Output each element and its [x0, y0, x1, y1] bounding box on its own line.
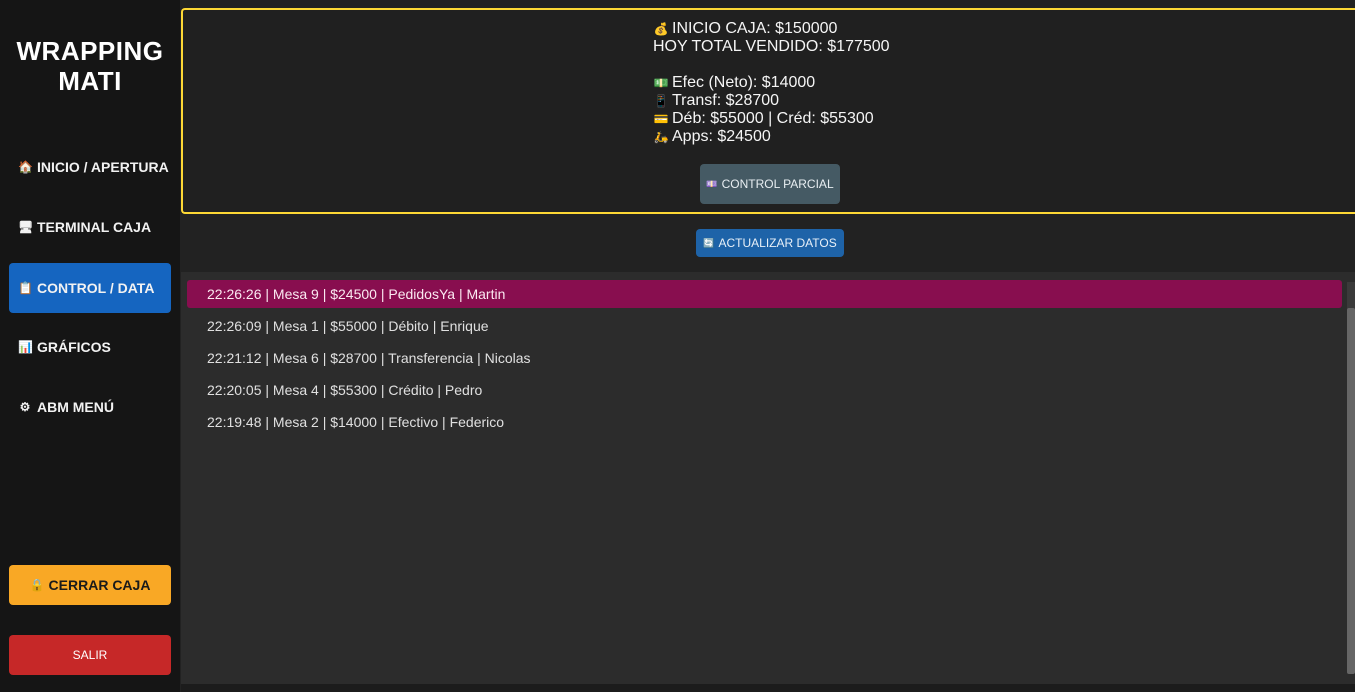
- register-summary-panel: 💰 INICIO CAJA: $150000 HOY TOTAL VENDIDO:…: [181, 8, 1355, 214]
- home-icon: 🏠: [18, 160, 33, 174]
- sidebar-item-graficos[interactable]: 📊 GRÁFICOS: [9, 322, 171, 372]
- cash-icon: 💵: [653, 76, 669, 90]
- brand-line-2: MATI: [58, 66, 122, 96]
- banknote-icon: 💷: [706, 178, 718, 189]
- summary-text: 💰 INICIO CAJA: $150000 HOY TOTAL VENDIDO:…: [653, 20, 890, 146]
- cash-amount: 💵 Efec (Neto): $14000: [653, 74, 816, 91]
- sidebar-item-label: TERMINAL CAJA: [37, 219, 152, 235]
- refresh-data-button[interactable]: 🔄 ACTUALIZAR DATOS: [696, 229, 844, 257]
- money-bag-icon: 💰: [653, 22, 669, 36]
- sidebar-item-abm-menu[interactable]: ⚙ ABM MENÚ: [9, 382, 171, 432]
- close-register-label: CERRAR CAJA: [48, 577, 151, 593]
- brand-logo: WRAPPING MATI: [0, 36, 180, 96]
- chart-icon: 📊: [18, 340, 33, 354]
- gear-icon: ⚙: [19, 400, 31, 414]
- sidebar-item-inicio[interactable]: 🏠 INICIO / APERTURA: [9, 142, 171, 192]
- brand-line-1: WRAPPING: [16, 36, 164, 66]
- sidebar-item-label: INICIO / APERTURA: [37, 159, 169, 175]
- list-item[interactable]: 22:20:05 | Mesa 4 | $55300 | Crédito | P…: [187, 376, 1342, 404]
- list-item[interactable]: 22:21:12 | Mesa 6 | $28700 | Transferenc…: [187, 344, 1342, 372]
- app-window: WRAPPING MATI 🏠 INICIO / APERTURA 🖥 TERM…: [0, 0, 1355, 692]
- refresh-icon: 🔄: [703, 237, 715, 248]
- scrollbar[interactable]: [1347, 282, 1355, 674]
- sidebar: WRAPPING MATI 🏠 INICIO / APERTURA 🖥 TERM…: [0, 0, 180, 692]
- sidebar-item-label: CONTROL / DATA: [37, 280, 155, 296]
- bottom-strip: [181, 684, 1355, 692]
- phone-icon: 📱: [653, 94, 669, 108]
- apps-amount: 🛵 Apps: $24500: [653, 128, 771, 145]
- clipboard-icon: 📋: [18, 281, 33, 295]
- list-item[interactable]: 22:26:26 | Mesa 9 | $24500 | PedidosYa |…: [187, 280, 1342, 308]
- scrollbar-thumb[interactable]: [1347, 308, 1355, 674]
- sidebar-item-label: GRÁFICOS: [37, 339, 111, 355]
- close-register-button[interactable]: 🔒 CERRAR CAJA: [9, 565, 171, 605]
- credit-card-icon: 💳: [653, 112, 669, 126]
- list-item[interactable]: 22:26:09 | Mesa 1 | $55000 | Débito | En…: [187, 312, 1342, 340]
- sidebar-item-control[interactable]: 📋 CONTROL / DATA: [9, 263, 171, 313]
- computer-icon: 🖥: [18, 220, 34, 234]
- transfer-amount: 📱 Transf: $28700: [653, 92, 780, 109]
- scooter-icon: 🛵: [653, 130, 669, 144]
- exit-button[interactable]: SALIR: [9, 635, 171, 675]
- partial-control-label: CONTROL PARCIAL: [721, 177, 834, 191]
- opening-amount: 💰 INICIO CAJA: $150000: [653, 20, 838, 37]
- list-item[interactable]: 22:19:48 | Mesa 2 | $14000 | Efectivo | …: [187, 408, 1342, 436]
- lock-icon: 🔒: [29, 578, 45, 592]
- partial-control-button[interactable]: 💷 CONTROL PARCIAL: [700, 164, 840, 204]
- refresh-data-label: ACTUALIZAR DATOS: [718, 236, 837, 250]
- total-sold: HOY TOTAL VENDIDO: $177500: [653, 38, 890, 55]
- sales-log-list: 22:26:26 | Mesa 9 | $24500 | PedidosYa |…: [181, 272, 1355, 684]
- card-amounts: 💳 Déb: $55000 | Créd: $55300: [653, 110, 874, 127]
- sidebar-item-label: ABM MENÚ: [37, 399, 114, 415]
- sidebar-item-terminal[interactable]: 🖥 TERMINAL CAJA: [9, 202, 171, 252]
